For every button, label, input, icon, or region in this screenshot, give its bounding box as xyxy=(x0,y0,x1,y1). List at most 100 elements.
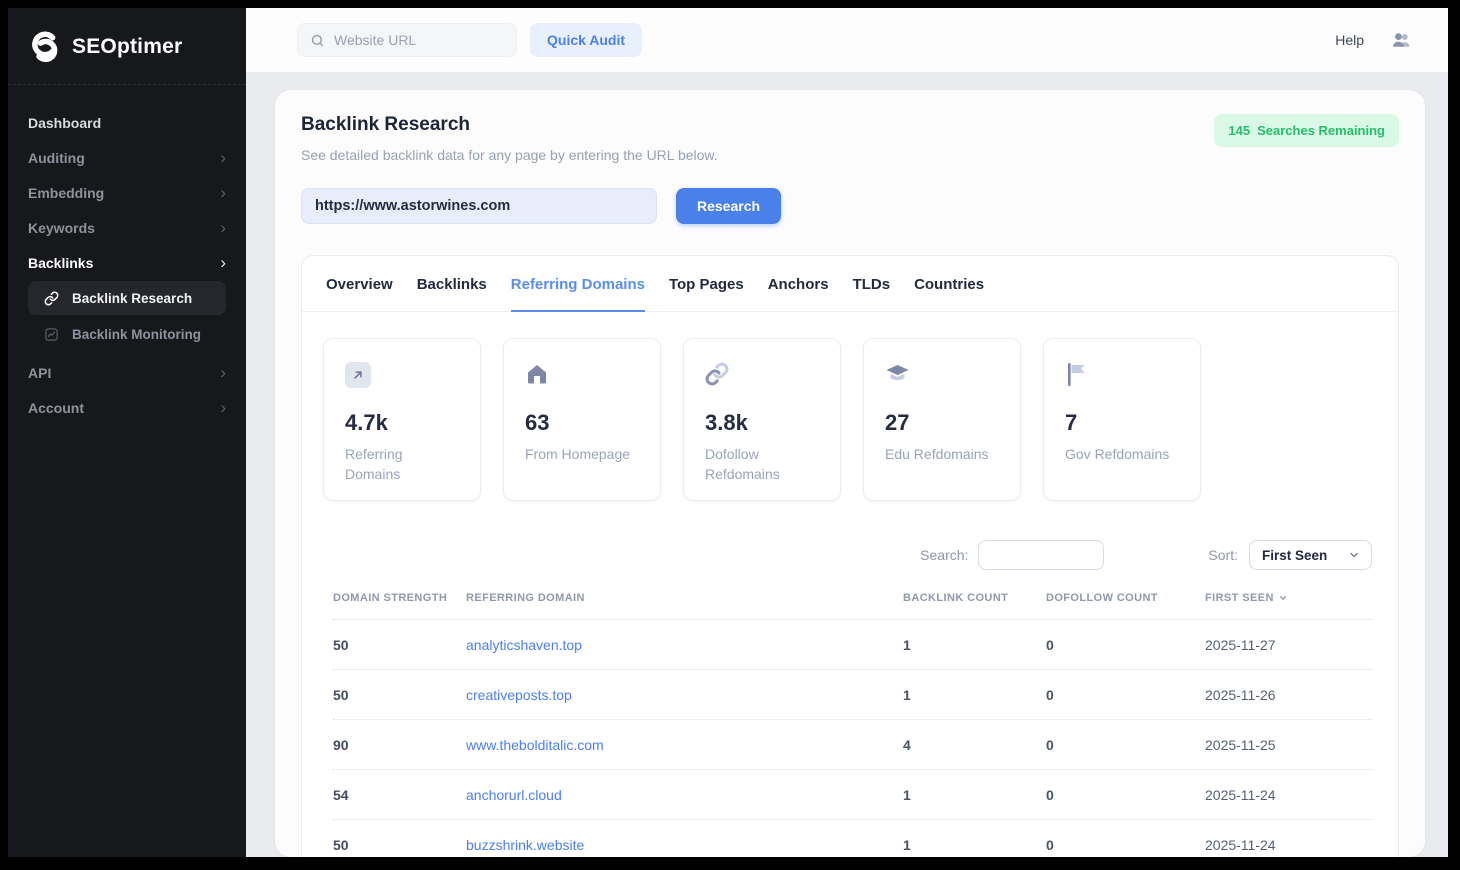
stat-value: 27 xyxy=(885,410,999,436)
dofollow-count-cell: 0 xyxy=(1046,637,1205,653)
searches-remaining-badge: 145 Searches Remaining xyxy=(1214,114,1399,147)
website-url-search[interactable] xyxy=(297,23,517,57)
tab-anchors[interactable]: Anchors xyxy=(768,256,829,311)
sidebar-item-label: Keywords xyxy=(28,220,95,236)
col-referring-domain: REFERRING DOMAIN xyxy=(466,592,903,604)
backlink-count-cell: 1 xyxy=(903,837,1046,853)
col-dofollow-count: DOFOLLOW COUNT xyxy=(1046,592,1205,604)
results-panel: Overview Backlinks Referring Domains Top… xyxy=(301,255,1399,857)
referring-domain-link[interactable]: analyticshaven.top xyxy=(466,637,582,653)
referring-domains-table: DOMAIN STRENGTH REFERRING DOMAIN BACKLIN… xyxy=(333,592,1373,857)
stat-cards: 4.7k Referring Domains 63 From Homepage xyxy=(323,338,1378,501)
research-url-input[interactable] xyxy=(301,188,657,224)
website-url-input[interactable] xyxy=(334,32,504,48)
tab-referring-domains[interactable]: Referring Domains xyxy=(511,256,645,311)
chevron-right-icon: › xyxy=(220,399,226,416)
domain-strength-cell: 50 xyxy=(333,687,466,703)
dofollow-count-cell: 0 xyxy=(1046,687,1205,703)
chevron-right-icon: › xyxy=(220,149,226,166)
sidebar: SEOptimer Dashboard Auditing › Embedding… xyxy=(8,8,246,857)
domain-strength-cell: 50 xyxy=(333,637,466,653)
chart-icon xyxy=(44,327,59,342)
sidebar-item-label: Dashboard xyxy=(28,115,101,131)
col-first-seen[interactable]: FIRST SEEN xyxy=(1205,592,1373,604)
chevron-down-icon xyxy=(1348,549,1360,561)
domain-strength-cell: 50 xyxy=(333,837,466,853)
gear-logo-icon xyxy=(28,30,62,64)
searches-remaining-label: Searches Remaining xyxy=(1257,123,1385,138)
table-search-input[interactable] xyxy=(978,540,1104,570)
sidebar-item-label: Backlink Research xyxy=(72,291,192,306)
home-icon xyxy=(525,362,549,386)
chevron-right-icon: › xyxy=(220,254,226,271)
stat-card-from-homepage: 63 From Homepage xyxy=(503,338,661,501)
col-first-seen-label: FIRST SEEN xyxy=(1205,592,1274,604)
sidebar-item-embedding[interactable]: Embedding › xyxy=(8,175,246,210)
domain-strength-cell: 90 xyxy=(333,737,466,753)
search-icon xyxy=(310,33,325,48)
stat-card-dofollow: 3.8k Dofollow Refdomains xyxy=(683,338,841,501)
referring-domain-link[interactable]: creativeposts.top xyxy=(466,687,572,703)
external-link-icon xyxy=(345,362,371,388)
page-subtitle: See detailed backlink data for any page … xyxy=(301,147,718,163)
first-seen-cell: 2025-11-24 xyxy=(1205,787,1373,803)
table-row: 50 creativeposts.top 1 0 2025-11-26 xyxy=(333,670,1373,720)
sidebar-item-label: Embedding xyxy=(28,185,104,201)
research-button[interactable]: Research xyxy=(676,188,781,224)
sidebar-item-backlink-research[interactable]: Backlink Research xyxy=(28,281,226,315)
sort-chevron-down-icon xyxy=(1278,593,1288,603)
users-icon[interactable] xyxy=(1390,31,1412,49)
sidebar-item-label: Auditing xyxy=(28,150,85,166)
table-controls: Search: Sort: First Seen xyxy=(302,540,1372,570)
tab-top-pages[interactable]: Top Pages xyxy=(669,256,744,311)
stat-label: Gov Refdomains xyxy=(1065,445,1175,465)
sidebar-nav: Dashboard Auditing › Embedding › Keyword… xyxy=(8,85,246,425)
table-row: 50 buzzshrink.website 1 0 2025-11-24 xyxy=(333,820,1373,857)
sidebar-item-label: Account xyxy=(28,400,84,416)
sidebar-item-backlink-monitoring[interactable]: Backlink Monitoring xyxy=(8,317,246,351)
stat-card-edu: 27 Edu Refdomains xyxy=(863,338,1021,501)
sidebar-item-dashboard[interactable]: Dashboard xyxy=(8,105,246,140)
page-card: Backlink Research See detailed backlink … xyxy=(275,90,1425,857)
referring-domain-link[interactable]: www.thebolditalic.com xyxy=(466,737,604,753)
sidebar-item-keywords[interactable]: Keywords › xyxy=(8,210,246,245)
sidebar-item-account[interactable]: Account › xyxy=(8,390,246,425)
page-header: Backlink Research See detailed backlink … xyxy=(301,114,1399,163)
sidebar-item-label: API xyxy=(28,365,51,381)
tab-countries[interactable]: Countries xyxy=(914,256,984,311)
brand-name: SEOptimer xyxy=(72,35,182,59)
tab-bar: Overview Backlinks Referring Domains Top… xyxy=(302,256,1398,312)
sidebar-item-api[interactable]: API › xyxy=(8,355,246,390)
link-icon xyxy=(705,362,729,386)
table-row: 54 anchorurl.cloud 1 0 2025-11-24 xyxy=(333,770,1373,820)
chevron-right-icon: › xyxy=(220,184,226,201)
sidebar-item-label: Backlink Monitoring xyxy=(72,327,201,342)
stat-value: 63 xyxy=(525,410,639,436)
tab-tlds[interactable]: TLDs xyxy=(853,256,891,311)
sort-selected-value: First Seen xyxy=(1262,548,1327,563)
topbar: Quick Audit Help xyxy=(246,8,1448,72)
link-icon xyxy=(44,291,59,306)
referring-domain-link[interactable]: buzzshrink.website xyxy=(466,837,584,853)
stat-label: From Homepage xyxy=(525,445,635,465)
first-seen-cell: 2025-11-27 xyxy=(1205,637,1373,653)
quick-audit-button[interactable]: Quick Audit xyxy=(530,23,642,57)
tab-backlinks[interactable]: Backlinks xyxy=(417,256,487,311)
first-seen-cell: 2025-11-24 xyxy=(1205,837,1373,853)
searches-remaining-count: 145 xyxy=(1228,123,1250,138)
flag-icon xyxy=(1065,362,1087,387)
brand-logo[interactable]: SEOptimer xyxy=(8,22,246,84)
backlink-count-cell: 1 xyxy=(903,637,1046,653)
sidebar-item-label: Backlinks xyxy=(28,255,93,271)
sort-select[interactable]: First Seen xyxy=(1249,540,1372,570)
sidebar-item-backlinks[interactable]: Backlinks › xyxy=(8,245,246,280)
sidebar-item-auditing[interactable]: Auditing › xyxy=(8,140,246,175)
referring-domain-link[interactable]: anchorurl.cloud xyxy=(466,787,562,803)
help-link[interactable]: Help xyxy=(1335,32,1364,48)
stat-card-gov: 7 Gov Refdomains xyxy=(1043,338,1201,501)
first-seen-cell: 2025-11-25 xyxy=(1205,737,1373,753)
domain-strength-cell: 54 xyxy=(333,787,466,803)
tab-overview[interactable]: Overview xyxy=(326,256,393,311)
table-row: 90 www.thebolditalic.com 4 0 2025-11-25 xyxy=(333,720,1373,770)
col-domain-strength: DOMAIN STRENGTH xyxy=(333,592,466,604)
